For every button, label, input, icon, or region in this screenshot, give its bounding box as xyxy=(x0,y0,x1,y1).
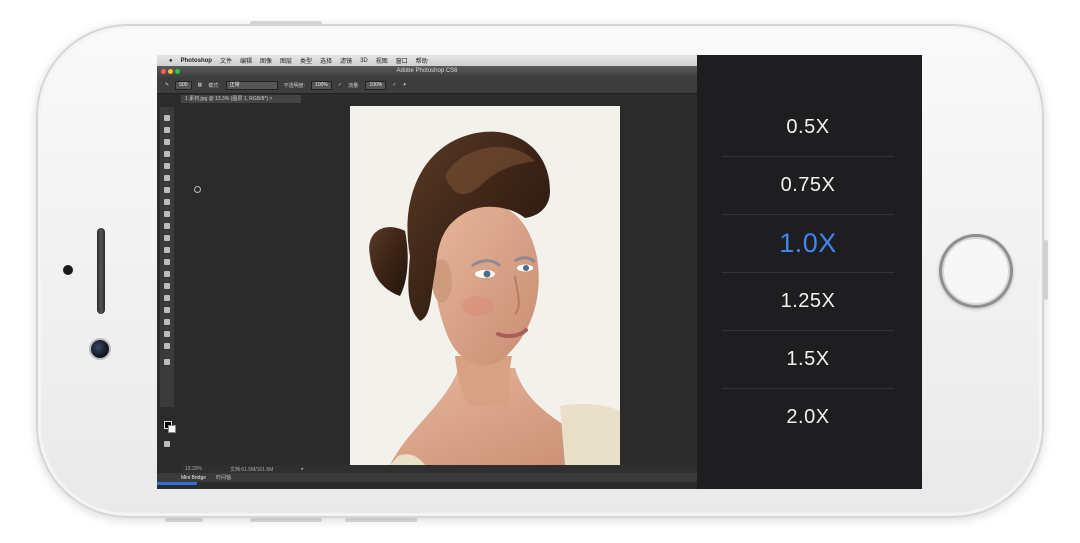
brush-panel-icon[interactable]: ▦ xyxy=(198,82,203,88)
speed-option-2-0x[interactable]: 2.0X xyxy=(722,388,894,446)
move-tool-icon[interactable] xyxy=(164,115,170,121)
brush-tool-icon[interactable]: ✎ xyxy=(165,82,169,88)
portrait-illustration xyxy=(350,106,620,465)
marquee-tool-icon[interactable] xyxy=(164,127,170,133)
airbrush-icon[interactable]: ✦ xyxy=(402,82,406,88)
path-select-tool-icon[interactable] xyxy=(164,307,170,313)
eraser-tool-icon[interactable] xyxy=(164,235,170,241)
dodge-tool-icon[interactable] xyxy=(164,271,170,277)
menu-item-layer[interactable]: 图层 xyxy=(280,56,292,65)
menu-item-type[interactable]: 类型 xyxy=(300,56,312,65)
menu-item-filter[interactable]: 滤镜 xyxy=(340,56,352,65)
menu-item-window[interactable]: 窗口 xyxy=(396,56,408,65)
flow-field[interactable]: 100% xyxy=(365,80,387,90)
bottom-panel-tabs: Mini Bridge 时间轴 xyxy=(157,473,697,482)
phone-screen: ● Photoshop 文件 编辑 图像 图层 类型 选择 滤镜 3D 视图 窗… xyxy=(157,55,922,489)
side-switch xyxy=(165,518,203,522)
speed-option-0-5x[interactable]: 0.5X xyxy=(722,98,894,156)
lasso-tool-icon[interactable] xyxy=(164,139,170,145)
crop-tool-icon[interactable] xyxy=(164,163,170,169)
healing-tool-icon[interactable] xyxy=(164,187,170,193)
playback-speed-picker: 0.5X 0.75X 1.0X 1.25X 1.5X 2.0X xyxy=(697,55,922,489)
zoom-window-button[interactable] xyxy=(175,69,180,74)
status-menu-arrow-icon[interactable]: ▸ xyxy=(301,466,304,472)
home-button[interactable] xyxy=(939,234,1013,308)
earpiece-speaker-icon xyxy=(97,228,105,314)
shape-tool-icon[interactable] xyxy=(164,319,170,325)
menu-item-help[interactable]: 帮助 xyxy=(416,56,428,65)
zoom-tool-icon[interactable] xyxy=(164,343,170,349)
canvas-portrait-photo[interactable] xyxy=(350,106,620,465)
zoom-level-readout[interactable]: 13.33% xyxy=(185,466,202,472)
background-color-swatch[interactable] xyxy=(168,425,176,433)
volume-down-button xyxy=(250,518,322,522)
pressure-opacity-icon[interactable]: ✓ xyxy=(338,82,342,88)
power-button xyxy=(1044,240,1048,300)
hand-tool-icon[interactable] xyxy=(164,331,170,337)
swap-colors-icon[interactable] xyxy=(164,359,170,365)
mode-label: 模式: xyxy=(208,82,220,89)
blur-tool-icon[interactable] xyxy=(164,259,170,265)
apple-icon: ● xyxy=(169,57,173,64)
window-title: Adobe Photoshop CS6 xyxy=(157,66,697,77)
menu-item-select[interactable]: 选择 xyxy=(320,56,332,65)
proximity-sensor-icon xyxy=(63,265,73,275)
menu-item-view[interactable]: 视图 xyxy=(376,56,388,65)
speed-option-1-25x[interactable]: 1.25X xyxy=(722,272,894,330)
type-tool-icon[interactable] xyxy=(164,295,170,301)
pressure-size-icon[interactable]: ✓ xyxy=(392,82,396,88)
menu-item-image[interactable]: 图像 xyxy=(260,56,272,65)
pen-tool-icon[interactable] xyxy=(164,283,170,289)
playback-progress-indicator xyxy=(157,482,197,485)
menu-item-edit[interactable]: 编辑 xyxy=(240,56,252,65)
minimize-window-button[interactable] xyxy=(168,69,173,74)
quick-select-tool-icon[interactable] xyxy=(164,151,170,157)
close-window-button[interactable] xyxy=(161,69,166,74)
gradient-tool-icon[interactable] xyxy=(164,247,170,253)
mute-switch xyxy=(345,518,417,522)
opacity-label: 不透明度: xyxy=(283,82,306,89)
brush-tool-panel-icon[interactable] xyxy=(164,199,170,205)
quick-mask-icon[interactable] xyxy=(164,441,170,447)
menubar-app-name[interactable]: Photoshop xyxy=(181,58,212,64)
photoshop-window: ● Photoshop 文件 编辑 图像 图层 类型 选择 滤镜 3D 视图 窗… xyxy=(157,55,697,489)
document-size-readout: 文档:61.5M/161.6M xyxy=(229,466,274,473)
speed-option-1-0x[interactable]: 1.0X xyxy=(722,214,894,272)
stamp-tool-icon[interactable] xyxy=(164,211,170,217)
tools-panel xyxy=(160,107,176,447)
brush-size-picker[interactable]: 500 xyxy=(175,80,192,90)
front-camera-icon xyxy=(91,340,109,358)
stage: ● Photoshop 文件 编辑 图像 图层 类型 选择 滤镜 3D 视图 窗… xyxy=(0,0,1080,543)
mode-select[interactable]: 正常 xyxy=(225,80,278,90)
tab-timeline[interactable]: 时间轴 xyxy=(216,474,231,481)
options-bar: ✎ 500 ▦ 模式: 正常 不透明度: 100% ✓ 流量: 100% ✓ ✦ xyxy=(157,77,697,94)
mac-menubar: ● Photoshop 文件 编辑 图像 图层 类型 选择 滤镜 3D 视图 窗… xyxy=(157,55,697,66)
status-bar: 13.33% 文档:61.5M/161.6M ▸ xyxy=(181,465,697,473)
history-brush-tool-icon[interactable] xyxy=(164,223,170,229)
menu-item-3d[interactable]: 3D xyxy=(360,58,368,64)
menu-item-file[interactable]: 文件 xyxy=(220,56,232,65)
speed-option-0-75x[interactable]: 0.75X xyxy=(722,156,894,214)
eyedropper-tool-icon[interactable] xyxy=(164,175,170,181)
flow-label: 流量: xyxy=(348,82,360,89)
speed-option-1-5x[interactable]: 1.5X xyxy=(722,330,894,388)
tab-mini-bridge[interactable]: Mini Bridge xyxy=(181,475,206,481)
brush-cursor-icon xyxy=(194,186,201,193)
document-tab[interactable]: 1 素材.jpg @ 13.3% (图层 1, RGB/8*) × xyxy=(181,95,301,103)
opacity-field[interactable]: 100% xyxy=(311,80,332,90)
